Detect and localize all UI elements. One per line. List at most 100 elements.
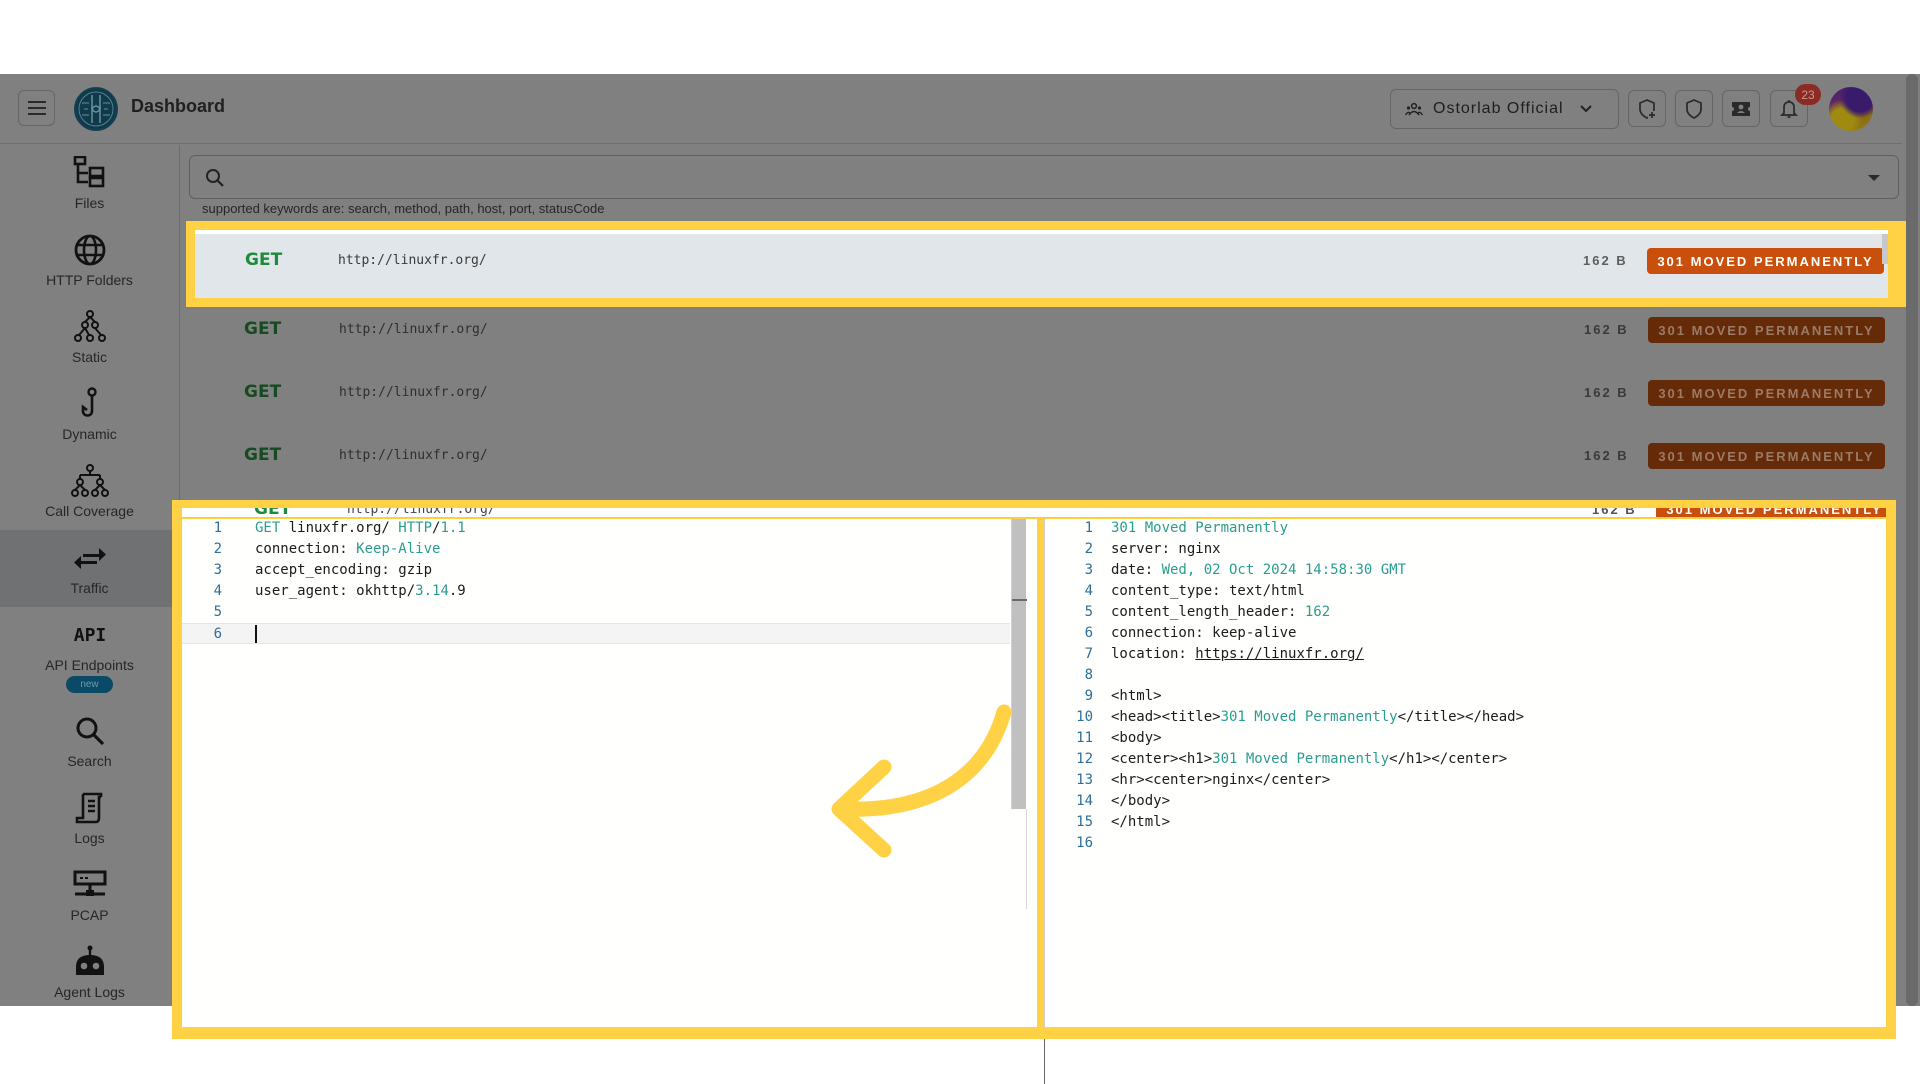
line-number: 5 bbox=[213, 604, 222, 620]
code-line: 6 bbox=[182, 623, 1010, 644]
sidebar-item-http-folders[interactable]: HTTP Folders bbox=[0, 222, 179, 299]
line-number: 5 bbox=[1084, 604, 1093, 620]
line-number: 4 bbox=[213, 583, 222, 599]
page-title: Dashboard bbox=[131, 96, 226, 116]
ostorlab-logo[interactable] bbox=[74, 87, 118, 131]
call-tree-icon bbox=[70, 464, 109, 497]
code-line: 1 GET linuxfr.org/ HTTP/1.1 bbox=[182, 519, 1010, 539]
traffic-row[interactable]: GET http://linuxfr.org/ 162 B 301 MOVED … bbox=[196, 362, 1894, 424]
add-scan-button[interactable] bbox=[1628, 90, 1666, 127]
sidebar-item-static[interactable]: Static bbox=[0, 299, 179, 376]
search-icon bbox=[76, 717, 104, 746]
code-token: .9 bbox=[448, 583, 466, 599]
list-scrollbar[interactable] bbox=[1882, 234, 1888, 264]
sidebar-item-search[interactable]: Search bbox=[0, 703, 179, 780]
code-text: </html> bbox=[1111, 812, 1170, 833]
traffic-search-input[interactable] bbox=[189, 155, 1899, 199]
status-badge: 301 MOVED PERMANENTLY bbox=[1648, 380, 1885, 406]
sidebar-item-agent-logs[interactable]: Agent Logs bbox=[0, 934, 179, 1011]
code-token: <body> bbox=[1111, 730, 1162, 746]
location-link[interactable]: https://linuxfr.org/ bbox=[1195, 646, 1364, 662]
sidebar-item-logs[interactable]: Logs bbox=[0, 780, 179, 857]
method-label: GET bbox=[245, 250, 283, 270]
code-token: </body> bbox=[1111, 793, 1171, 809]
line-number: 2 bbox=[1084, 541, 1093, 557]
code-token: GET bbox=[255, 520, 289, 536]
sidebar-item-dynamic[interactable]: Dynamic bbox=[0, 376, 179, 453]
sidebar-item-label: Agent Logs bbox=[54, 984, 125, 1000]
code-token: linuxfr.org/ bbox=[288, 520, 399, 536]
pane-divider[interactable] bbox=[1044, 1039, 1045, 1084]
url-label: http://linuxfr.org/ bbox=[339, 385, 488, 400]
line-number: 6 bbox=[1084, 625, 1093, 641]
code-token: 162 bbox=[1304, 604, 1331, 620]
request-editor[interactable]: 1 GET linuxfr.org/ HTTP/1.1 2 connection: K… bbox=[182, 519, 1037, 1027]
code-line: 3 accept_encoding: gzip bbox=[182, 560, 1010, 581]
code-token: Wed, 02 Oct 2024 14:58:30 GMT bbox=[1161, 562, 1407, 578]
code-token: <head><title> bbox=[1111, 709, 1221, 725]
traffic-row[interactable]: GET http://linuxfr.org/ 162 B 301 MOVED … bbox=[195, 230, 1888, 292]
page-scrollbar[interactable] bbox=[1906, 74, 1918, 1006]
sidebar-item-traffic[interactable]: Traffic bbox=[0, 530, 179, 607]
code-token: 301 Moved Permanently bbox=[1220, 709, 1398, 725]
highlight-frame: GET http://linuxfr.org/ 162 B 301 MOVED … bbox=[186, 221, 1908, 307]
size-label: 162 B bbox=[1592, 508, 1637, 517]
tickets-button[interactable] bbox=[1722, 90, 1760, 127]
url-label: http://linuxfr.org/ bbox=[339, 448, 488, 463]
method-label: GET bbox=[244, 445, 282, 465]
code-token: 3.14 bbox=[415, 583, 449, 599]
sidebar-item-label: Logs bbox=[74, 830, 105, 846]
request-code[interactable]: 1 GET linuxfr.org/ HTTP/1.1 2 connection: K… bbox=[182, 519, 1010, 644]
line-number: 16 bbox=[1076, 835, 1093, 851]
line-number: 6 bbox=[213, 626, 222, 642]
code-token: 1.1 bbox=[440, 520, 466, 536]
avatar[interactable] bbox=[1829, 87, 1873, 131]
size-label: 162 B bbox=[1583, 253, 1628, 268]
sidebar-item-call-coverage[interactable]: Call Coverage bbox=[0, 453, 179, 530]
organization-icon bbox=[1405, 102, 1423, 116]
sidebar-item-label: Traffic bbox=[70, 580, 109, 596]
security-button[interactable] bbox=[1675, 90, 1713, 127]
code-token: user_agent: okhttp/ bbox=[255, 583, 416, 599]
code-text: connection: keep-alive bbox=[1111, 623, 1296, 644]
traffic-row[interactable]: GET http://linuxfr.org/ 162 B 301 MOVED … bbox=[196, 425, 1894, 487]
sidebar-item-label: Dynamic bbox=[62, 426, 117, 442]
code-token: content_type: text/html bbox=[1111, 583, 1305, 599]
line-number: 14 bbox=[1076, 793, 1093, 809]
code-text bbox=[255, 624, 257, 645]
search-hint: supported keywords are: search, method, … bbox=[202, 201, 605, 216]
response-viewer[interactable]: 1 301 Moved Permanently 2 server: nginx 3 dat… bbox=[1044, 519, 1886, 1027]
code-token: accept_encoding: gzip bbox=[255, 562, 433, 578]
code-token: 301 Moved Permanently bbox=[1212, 751, 1390, 767]
sidebar-item-label: HTTP Folders bbox=[46, 272, 133, 288]
code-token: <html> bbox=[1111, 688, 1162, 704]
search-dropdown-toggle[interactable] bbox=[1868, 175, 1880, 181]
method-label: GET bbox=[244, 319, 282, 339]
code-token: connection: bbox=[255, 541, 357, 557]
code-token: server: nginx bbox=[1111, 541, 1221, 557]
code-text: server: nginx bbox=[1111, 539, 1221, 560]
globe-icon bbox=[74, 234, 105, 266]
traffic-row[interactable]: GET http://linuxfr.org/ 162 B 301 MOVED … bbox=[182, 508, 1886, 518]
code-token: </h1></center> bbox=[1389, 751, 1508, 767]
svg-text:API: API bbox=[73, 625, 106, 646]
size-label: 162 B bbox=[1584, 385, 1629, 400]
method-label: GET bbox=[244, 382, 282, 402]
traffic-row[interactable]: GET http://linuxfr.org/ 162 B 301 MOVED … bbox=[196, 299, 1894, 361]
code-token: <hr><center>nginx</center> bbox=[1111, 772, 1331, 788]
code-text: accept_encoding: gzip bbox=[255, 560, 432, 581]
code-line: 2 connection: Keep-Alive bbox=[182, 539, 1010, 560]
sidebar-item-api-endpoints[interactable]: API API Endpoints new bbox=[0, 607, 179, 703]
menu-button[interactable] bbox=[18, 90, 55, 126]
line-number: 15 bbox=[1076, 814, 1093, 830]
files-tree-icon bbox=[73, 156, 104, 188]
organization-select[interactable]: Ostorlab Official bbox=[1390, 89, 1619, 129]
code-text: location: https://linuxfr.org/ bbox=[1111, 644, 1364, 665]
annotation-arrow-icon bbox=[831, 704, 1012, 858]
api-icon: API bbox=[73, 625, 106, 646]
code-token: content_length_header: bbox=[1111, 604, 1305, 620]
sidebar-item-files[interactable]: Files bbox=[0, 145, 179, 222]
code-token: HTTP bbox=[398, 520, 433, 536]
sidebar-item-pcap[interactable]: PCAP bbox=[0, 857, 179, 934]
code-line: 4 user_agent: okhttp/3.14.9 bbox=[182, 581, 1010, 602]
